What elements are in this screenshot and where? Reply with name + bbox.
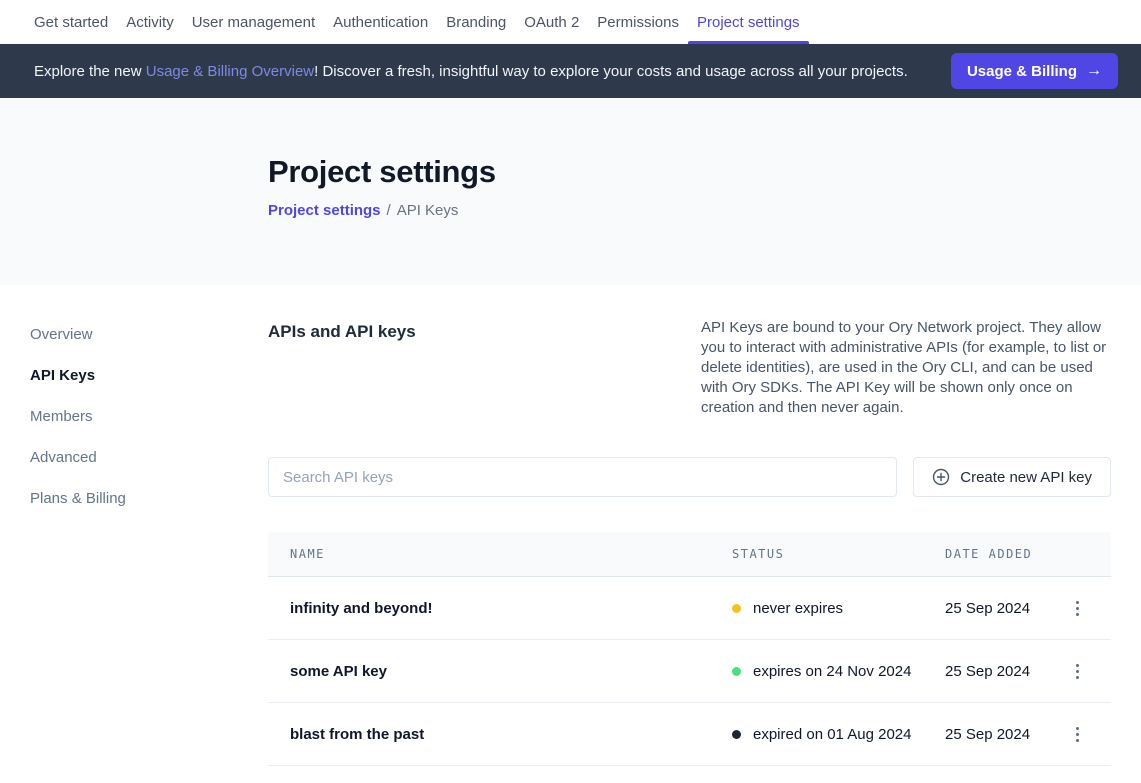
tab-get-started[interactable]: Get started — [25, 0, 117, 44]
status-dot-icon — [732, 604, 741, 613]
breadcrumb-current: API Keys — [397, 202, 459, 219]
row-actions-kebab-icon[interactable] — [1065, 722, 1089, 746]
create-api-key-button[interactable]: Create new API key — [913, 457, 1111, 497]
page-title: Project settings — [268, 154, 1141, 190]
api-key-name: blast from the past — [290, 726, 732, 743]
api-key-status: expired on 01 Aug 2024 — [732, 726, 945, 743]
create-api-key-label: Create new API key — [960, 469, 1092, 486]
table-row: blast from the past expired on 01 Aug 20… — [268, 703, 1111, 766]
column-header-name: NAME — [290, 547, 732, 561]
sidebar-item-members[interactable]: Members — [30, 400, 268, 433]
api-key-date-added: 25 Sep 2024 — [945, 663, 1057, 680]
table-row: infinity and beyond! never expires 25 Se… — [268, 577, 1111, 640]
row-actions-kebab-icon[interactable] — [1065, 659, 1089, 683]
api-key-name: some API key — [290, 663, 732, 680]
section-description: API Keys are bound to your Ory Network p… — [701, 318, 1111, 418]
tab-user-management[interactable]: User management — [183, 0, 324, 44]
status-dot-icon — [732, 730, 741, 739]
breadcrumb: Project settings / API Keys — [268, 202, 1141, 219]
breadcrumb-project-settings-link[interactable]: Project settings — [268, 202, 381, 219]
status-dot-icon — [732, 667, 741, 676]
usage-billing-overview-link[interactable]: Usage & Billing Overview — [146, 63, 314, 80]
status-text: never expires — [753, 600, 843, 617]
row-actions-kebab-icon[interactable] — [1065, 596, 1089, 620]
status-text: expires on 24 Nov 2024 — [753, 663, 911, 680]
api-keys-toolbar: Create new API key — [268, 457, 1111, 497]
tab-oauth2[interactable]: OAuth 2 — [515, 0, 588, 44]
arrow-right-icon: → — [1086, 62, 1102, 80]
usage-billing-banner: Explore the new Usage & Billing Overview… — [0, 44, 1141, 98]
api-key-status: never expires — [732, 600, 945, 617]
tab-project-settings[interactable]: Project settings — [688, 0, 809, 44]
sidebar-item-advanced[interactable]: Advanced — [30, 441, 268, 474]
tab-activity[interactable]: Activity — [117, 0, 183, 44]
banner-message: Explore the new Usage & Billing Overview… — [34, 63, 908, 80]
plus-circle-icon — [932, 468, 950, 486]
column-header-date-added: DATE ADDED — [945, 547, 1057, 561]
sidebar-item-overview[interactable]: Overview — [30, 318, 268, 351]
api-key-name: infinity and beyond! — [290, 600, 732, 617]
content-area: Overview API Keys Members Advanced Plans… — [0, 285, 1141, 766]
section-title: APIs and API keys — [268, 318, 416, 342]
api-keys-table: NAME STATUS DATE ADDED infinity and beyo… — [268, 532, 1111, 766]
banner-text-suffix: ! Discover a fresh, insightful way to ex… — [314, 63, 908, 80]
tab-authentication[interactable]: Authentication — [324, 0, 437, 44]
column-header-status: STATUS — [732, 547, 945, 561]
page-header: Project settings Project settings / API … — [0, 98, 1141, 285]
top-navigation: Get started Activity User management Aut… — [0, 0, 1141, 44]
search-input[interactable] — [268, 457, 897, 497]
usage-billing-button-label: Usage & Billing — [967, 63, 1077, 80]
table-row: some API key expires on 24 Nov 2024 25 S… — [268, 640, 1111, 703]
tab-permissions[interactable]: Permissions — [588, 0, 688, 44]
status-text: expired on 01 Aug 2024 — [753, 726, 911, 743]
section-header: APIs and API keys API Keys are bound to … — [268, 318, 1111, 418]
api-key-date-added: 25 Sep 2024 — [945, 600, 1057, 617]
api-key-date-added: 25 Sep 2024 — [945, 726, 1057, 743]
breadcrumb-separator: / — [387, 202, 391, 219]
settings-sidebar: Overview API Keys Members Advanced Plans… — [0, 318, 268, 766]
sidebar-item-api-keys[interactable]: API Keys — [30, 359, 268, 392]
api-key-status: expires on 24 Nov 2024 — [732, 663, 945, 680]
sidebar-item-plans-billing[interactable]: Plans & Billing — [30, 482, 268, 515]
usage-billing-button[interactable]: Usage & Billing → — [951, 53, 1118, 89]
tab-branding[interactable]: Branding — [437, 0, 515, 44]
table-header-row: NAME STATUS DATE ADDED — [268, 532, 1111, 577]
banner-text-prefix: Explore the new — [34, 63, 146, 80]
main-panel: APIs and API keys API Keys are bound to … — [268, 318, 1141, 766]
